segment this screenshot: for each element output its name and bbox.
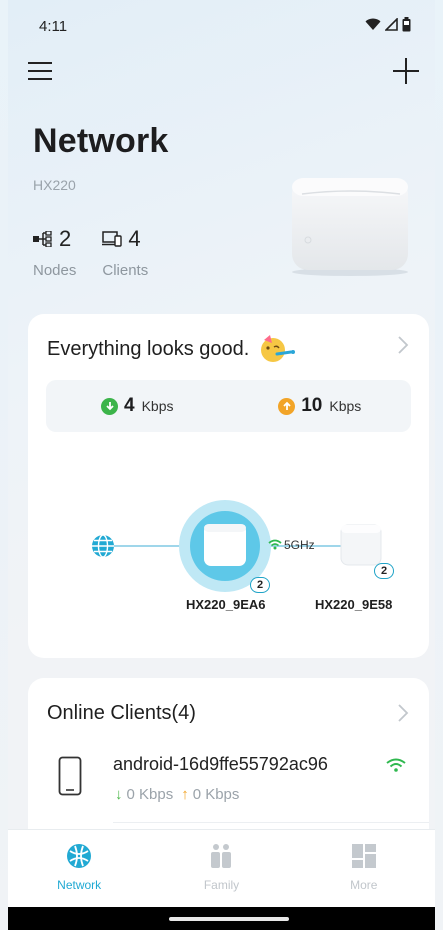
model-name: HX220 [33,177,76,193]
plus-icon [393,58,419,84]
download-value: 4 [124,395,135,416]
wifi-link-icon [268,539,282,550]
network-topology: 2 HX220_9EA6 5GHz 2 HX220_9E58 [28,474,429,624]
nodes-count: 2 [59,226,72,251]
status-title-row: Everything looks good. [47,334,297,364]
online-clients-title: Online Clients(4) [47,702,196,724]
client-row[interactable]: android-16d9ffe55792ac96 ↓ 0 Kbps ↑ 0 Kb… [28,746,429,826]
speed-summary: 4 Kbps 10 Kbps [46,380,411,432]
main-node-client-badge: 2 [250,577,270,593]
upload-unit: Kbps [329,398,362,414]
deco-device-image [292,178,408,276]
link-band-label: 5GHz [284,538,315,552]
phone-icon [58,756,82,796]
battery-icon [402,17,411,32]
client-down-speed: 0 Kbps [126,786,174,803]
nav-family-label: Family [203,878,240,892]
network-stats: 2 Nodes 4 Clients [33,226,148,279]
page-title: Network [33,122,169,160]
chevron-right-icon [398,336,409,354]
row-divider [113,822,429,823]
gesture-bar [8,907,435,930]
bottom-navigation: Network Family More [8,829,435,907]
nav-more-label: More [350,878,378,892]
nav-family[interactable]: Family [150,830,292,907]
home-indicator[interactable] [169,917,289,921]
status-time: 4:11 [39,18,68,35]
nodes-icon [33,231,52,247]
wifi-signal-icon [365,18,381,30]
client-wifi-icon [386,758,406,772]
cell-signal-icon [385,18,398,31]
network-status-card[interactable]: Everything looks good. 4 Kbps 10 Kbps 2 … [28,314,429,658]
status-message: Everything looks good. [47,337,250,360]
satellite-node-name: HX220_9E58 [315,597,393,612]
family-icon [211,844,232,868]
nav-network[interactable]: Network [8,830,150,907]
network-globe-icon [67,844,92,868]
nodes-stat[interactable]: 2 Nodes [33,226,76,279]
status-bar: 4:11 [8,0,435,50]
nav-network-label: Network [57,878,102,892]
clients-count: 4 [128,226,141,251]
status-icons [365,17,411,32]
nav-more[interactable]: More [293,830,435,907]
menu-button[interactable] [28,62,56,86]
satellite-node-device[interactable] [338,522,384,568]
client-speed: ↓ 0 Kbps ↑ 0 Kbps [115,786,239,803]
client-name: android-16d9ffe55792ac96 [113,754,328,774]
up-arrow-icon: ↑ [181,786,189,803]
client-up-speed: 0 Kbps [192,786,240,803]
clients-stat[interactable]: 4 Clients [102,226,148,279]
download-speed: 4 Kbps [46,380,229,432]
chevron-right-icon [398,704,409,722]
app-screen: 4:11 Network HX220 2 Nodes 4 Clients Eve… [8,0,435,930]
nodes-label: Nodes [33,262,77,279]
more-grid-icon [351,844,376,868]
internet-globe-icon[interactable] [91,534,115,558]
hamburger-icon [28,62,52,80]
clients-icon [102,231,123,247]
upload-arrow-icon [278,397,296,415]
clients-label: Clients [102,262,149,279]
celebration-emoji-icon [261,335,296,362]
upload-value: 10 [301,395,323,416]
satellite-node-client-badge: 2 [374,563,394,579]
download-unit: Kbps [141,398,174,414]
upload-speed: 10 Kbps [229,380,412,432]
download-arrow-icon [101,397,118,415]
add-button[interactable] [393,58,423,88]
main-node-name: HX220_9EA6 [186,597,266,612]
down-arrow-icon: ↓ [115,786,123,803]
